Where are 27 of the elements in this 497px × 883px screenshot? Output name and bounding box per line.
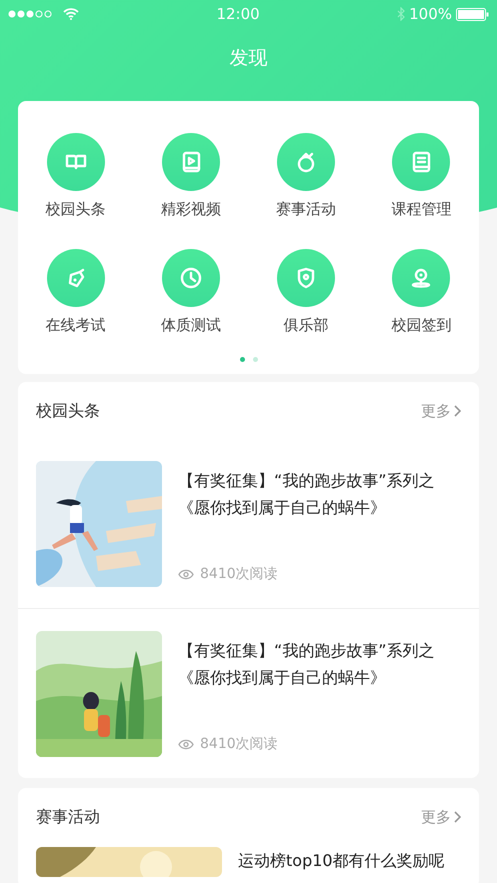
article-title[interactable]: 【有奖征集】“我的跑步故事”系列之《愿你找到属于自己的蜗牛》 [178,637,461,691]
shortcut-button[interactable]: 校园签到 [364,249,479,335]
event-title[interactable]: 运动榜top10都有什么奖励呢 [238,847,445,877]
section-title: 校园头条 [36,400,100,422]
section-title: 赛事活动 [36,806,100,828]
wifi-icon [63,8,79,20]
eye-icon [178,739,194,750]
read-count: 8410次阅读 [200,565,278,584]
battery-icon [456,8,489,20]
status-time: 12:00 [215,4,261,25]
shortcut-button[interactable]: 课程管理 [364,133,479,219]
shortcut-button[interactable]: 精彩视频 [133,133,248,219]
battery-percentage: 100% [409,4,452,25]
read-count: 8410次阅读 [200,735,278,754]
shortcut-button[interactable]: 俱乐部 [248,249,364,335]
shortcut-button[interactable]: 赛事活动 [248,133,364,219]
chevron-right-icon [454,811,461,823]
bluetooth-icon [397,7,406,21]
page-indicator-dot[interactable] [240,357,244,362]
shortcut-button[interactable]: 体质测试 [133,249,248,335]
eye-icon [178,569,194,580]
page-indicator-dot[interactable] [252,357,258,362]
article-title[interactable]: 【有奖征集】“我的跑步故事”系列之《愿你找到属于自己的蜗牛》 [178,467,461,521]
page-title: 发现 [228,46,268,71]
chevron-right-icon [454,405,461,417]
shortcut-button[interactable]: 在线考试 [18,249,134,335]
shortcut-button[interactable]: 校园头条 [18,133,134,219]
